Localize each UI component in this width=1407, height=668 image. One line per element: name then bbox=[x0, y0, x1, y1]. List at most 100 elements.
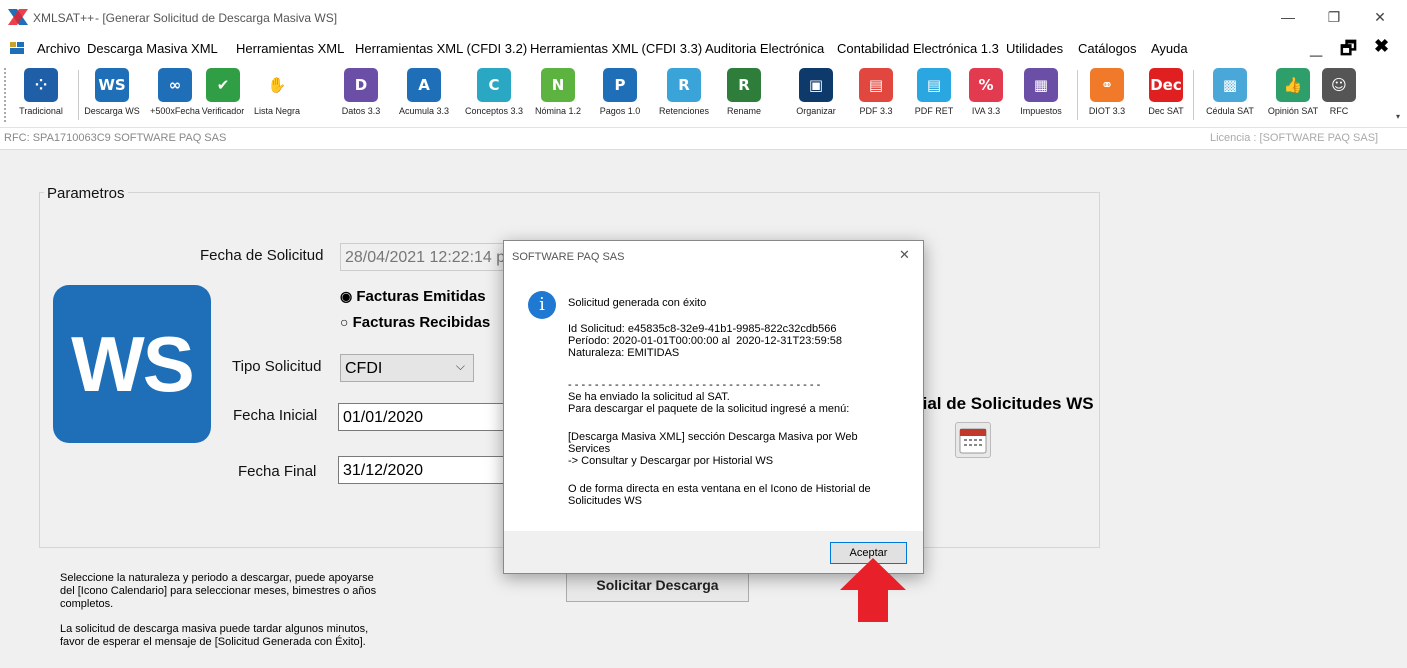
acumula-icon: A bbox=[407, 68, 441, 102]
toolbar-button-acumula[interactable]: A Acumula 3.3 bbox=[394, 68, 454, 124]
tradicional-icon: ⁘ bbox=[24, 68, 58, 102]
cedula-icon: ▩ bbox=[1213, 68, 1247, 102]
rfc-label: RFC: SPA1710063C9 SOFTWARE PAQ SAS bbox=[4, 132, 227, 144]
opinion-icon: 👍 bbox=[1276, 68, 1310, 102]
toolbar-button-conceptos[interactable]: C Conceptos 3.3 bbox=[461, 68, 527, 124]
minimize-button[interactable]: — bbox=[1265, 4, 1311, 30]
fecha-final-label: Fecha Final bbox=[238, 463, 317, 480]
fecha-final-field[interactable]: 31/12/2020 bbox=[338, 456, 508, 484]
historial-label: rial de Solicitudes WS bbox=[916, 394, 1094, 413]
toolbar-button-lista-negra[interactable]: ✋ Lista Negra bbox=[253, 68, 301, 124]
radio-selected-icon: ◉ bbox=[340, 288, 353, 304]
toolbar-button-retenciones[interactable]: R Retenciones bbox=[653, 68, 715, 124]
radio-emitidas[interactable]: ◉ Facturas Emitidas bbox=[340, 288, 486, 305]
mdi-minimize-button[interactable]: _ bbox=[1310, 34, 1322, 60]
toolbar-label: Tradicional bbox=[19, 106, 63, 116]
tipo-solicitud-value: CFDI bbox=[345, 360, 383, 377]
toolbar-button-dec-sat[interactable]: Dec Dec SAT bbox=[1141, 68, 1191, 124]
dialog-title: SOFTWARE PAQ SAS bbox=[512, 251, 625, 263]
toolbar-button-ws[interactable]: WS Descarga WS bbox=[83, 68, 141, 124]
chevron-down-icon: ⌵ bbox=[455, 359, 465, 373]
close-button[interactable]: ✕ bbox=[1357, 4, 1403, 30]
menu-contabilidad[interactable]: Contabilidad Electrónica 1.3 bbox=[837, 41, 999, 56]
pdf-icon: ▤ bbox=[859, 68, 893, 102]
help-text-2: La solicitud de descarga masiva puede ta… bbox=[60, 623, 369, 648]
app-title: XMLSAT++ bbox=[33, 11, 95, 25]
toolbar-label: Datos 3.3 bbox=[341, 106, 381, 116]
toolbar-label: Descarga WS bbox=[84, 106, 140, 116]
app-logo-icon bbox=[8, 9, 28, 25]
toolbar-grip[interactable] bbox=[4, 68, 7, 122]
toolbar-label: IVA 3.3 bbox=[971, 106, 1001, 116]
calendar-icon[interactable] bbox=[955, 422, 991, 458]
toolbar-button-iva[interactable]: % IVA 3.3 bbox=[964, 68, 1008, 124]
ws-logo: WS bbox=[53, 285, 211, 443]
toolbar-button-datos[interactable]: D Datos 3.3 bbox=[338, 68, 384, 124]
dialog-close-button[interactable]: ✕ bbox=[899, 247, 910, 263]
toolbar-button-pdf-ret[interactable]: ▤ PDF RET bbox=[908, 68, 960, 124]
iva-icon: % bbox=[969, 68, 1003, 102]
lista-negra-icon: ✋ bbox=[260, 68, 294, 102]
toolbar-separator bbox=[78, 70, 79, 120]
radio-recibidas-label: Facturas Recibidas bbox=[352, 314, 491, 331]
toolbar-separator bbox=[1193, 70, 1194, 120]
menu-herramientas-xml[interactable]: Herramientas XML bbox=[236, 41, 344, 56]
fecha-inicial-label: Fecha Inicial bbox=[233, 407, 318, 424]
fecha-solicitud-label: Fecha de Solicitud bbox=[200, 247, 324, 264]
tipo-solicitud-select[interactable]: CFDI ⌵ bbox=[340, 354, 474, 382]
toolbar-button-rename[interactable]: R Rename bbox=[714, 68, 774, 124]
check-icon: ✔ bbox=[206, 68, 240, 102]
toolbar: ⁘ Tradicional WS Descarga WS ∞ +500xFecha ✔ Ver… bbox=[0, 62, 1407, 128]
menu-herramientas-cfdi32[interactable]: Herramientas XML (CFDI 3.2) bbox=[355, 41, 527, 56]
toolbar-button-diot[interactable]: ⚭ DIOT 3.3 bbox=[1082, 68, 1132, 124]
fecha-inicial-field[interactable]: 01/01/2020 bbox=[338, 403, 508, 431]
toolbar-overflow-icon[interactable]: ▾ bbox=[1396, 112, 1400, 121]
ws-icon: WS bbox=[95, 68, 129, 102]
datos-icon: D bbox=[344, 68, 378, 102]
restore-button[interactable]: ❐ bbox=[1311, 4, 1357, 30]
red-arrow-annotation bbox=[840, 558, 906, 622]
toolbar-button-check[interactable]: ✔ Verificador bbox=[197, 68, 249, 124]
impuestos-icon: ▦ bbox=[1024, 68, 1058, 102]
toolbar-button-pagos[interactable]: P Pagos 1.0 bbox=[591, 68, 649, 124]
menu-archivo[interactable]: Archivo bbox=[37, 41, 80, 56]
menu-ayuda[interactable]: Ayuda bbox=[1151, 41, 1188, 56]
toolbar-separator bbox=[1077, 70, 1078, 120]
toolbar-label: Acumula 3.3 bbox=[398, 106, 450, 116]
mdi-close-button[interactable]: ✖ bbox=[1374, 36, 1389, 57]
menu-bar: Archivo Descarga Masiva XML Herramientas… bbox=[0, 34, 1407, 62]
fecha-solicitud-field[interactable]: 28/04/2021 12:22:14 p. m. bbox=[340, 243, 510, 271]
mdi-window-icon[interactable] bbox=[10, 42, 24, 54]
help-text-1: Seleccione la naturaleza y periodo a des… bbox=[60, 572, 377, 610]
radio-unselected-icon: ○ bbox=[340, 314, 349, 330]
toolbar-button-pdf[interactable]: ▤ PDF 3.3 bbox=[853, 68, 899, 124]
toolbar-button-500-fecha[interactable]: ∞ +500xFecha bbox=[145, 68, 205, 124]
retenciones-icon: R bbox=[667, 68, 701, 102]
toolbar-label: Pagos 1.0 bbox=[599, 106, 641, 116]
tipo-solicitud-label: Tipo Solicitud bbox=[232, 358, 322, 375]
toolbar-label: Organizar bbox=[796, 106, 836, 116]
toolbar-label: Verificador bbox=[201, 106, 245, 116]
toolbar-label: Nómina 1.2 bbox=[534, 106, 582, 116]
toolbar-button-rfc[interactable]: ☺ RFC bbox=[1319, 68, 1359, 124]
toolbar-button-nomina[interactable]: N Nómina 1.2 bbox=[529, 68, 587, 124]
toolbar-label: +500xFecha bbox=[150, 106, 200, 116]
toolbar-button-organizar[interactable]: ▣ Organizar bbox=[789, 68, 843, 124]
500-fecha-icon: ∞ bbox=[158, 68, 192, 102]
menu-auditoria[interactable]: Auditoria Electrónica bbox=[705, 41, 824, 56]
radio-recibidas[interactable]: ○ Facturas Recibidas bbox=[340, 314, 490, 331]
document-title: - [Generar Solicitud de Descarga Masiva … bbox=[95, 11, 338, 25]
menu-utilidades[interactable]: Utilidades bbox=[1006, 41, 1063, 56]
toolbar-label: Cédula SAT bbox=[1206, 106, 1254, 116]
menu-catalogos[interactable]: Catálogos bbox=[1078, 41, 1137, 56]
menu-descarga-masiva[interactable]: Descarga Masiva XML bbox=[87, 41, 218, 56]
toolbar-label: RFC bbox=[1329, 106, 1349, 116]
toolbar-button-cedula[interactable]: ▩ Cédula SAT bbox=[1198, 68, 1262, 124]
toolbar-button-opinion[interactable]: 👍 Opinión SAT bbox=[1266, 68, 1320, 124]
toolbar-label: Opinión SAT bbox=[1267, 106, 1319, 116]
toolbar-button-tradicional[interactable]: ⁘ Tradicional bbox=[12, 68, 70, 124]
rfc-bar: RFC: SPA1710063C9 SOFTWARE PAQ SAS Licen… bbox=[0, 128, 1407, 150]
toolbar-button-impuestos[interactable]: ▦ Impuestos bbox=[1012, 68, 1070, 124]
toolbar-label: Lista Negra bbox=[253, 106, 301, 116]
menu-herramientas-cfdi33[interactable]: Herramientas XML (CFDI 3.3) bbox=[530, 41, 702, 56]
